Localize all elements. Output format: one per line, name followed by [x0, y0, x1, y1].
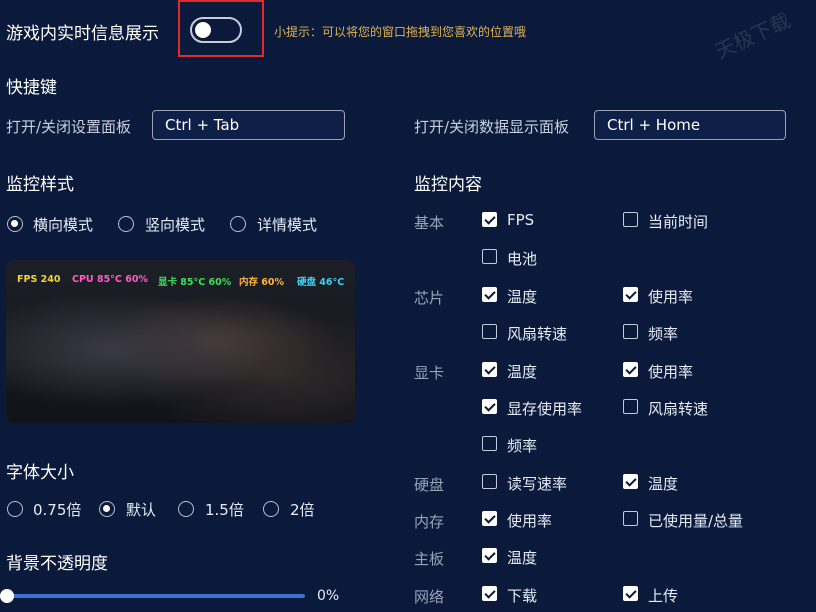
- disk-temp-label[interactable]: 温度: [648, 473, 678, 494]
- category-basic: 基本: [414, 214, 445, 232]
- mem-usage-checkbox[interactable]: [482, 511, 497, 526]
- fps-checkbox[interactable]: [482, 212, 497, 227]
- chip-freq-label[interactable]: 频率: [648, 323, 678, 344]
- gpu-usage-label[interactable]: 使用率: [648, 361, 693, 382]
- mode-vertical-radio[interactable]: [118, 216, 134, 232]
- opacity-slider-handle[interactable]: [0, 589, 14, 603]
- mode-detail-radio[interactable]: [230, 216, 246, 232]
- gpu-freq-checkbox[interactable]: [482, 436, 497, 451]
- board-temp-checkbox[interactable]: [482, 548, 497, 563]
- chip-usage-checkbox[interactable]: [623, 287, 638, 302]
- opacity-value: 0%: [317, 588, 340, 604]
- category-memory: 内存: [414, 513, 445, 531]
- preview-cpu: CPU 85°C 60%: [72, 274, 148, 285]
- mode-detail-label[interactable]: 详情模式: [257, 214, 317, 235]
- gpu-fan-checkbox[interactable]: [623, 399, 638, 414]
- category-gpu: 显卡: [414, 364, 445, 382]
- gpu-vram-checkbox[interactable]: [482, 399, 497, 414]
- font-15-radio[interactable]: [178, 501, 194, 517]
- font-2-label[interactable]: 2倍: [290, 499, 315, 520]
- font-075-radio[interactable]: [7, 501, 23, 517]
- toggle-knob: [195, 22, 211, 38]
- font-size-title: 字体大小: [6, 463, 74, 483]
- settings-panel-shortcut-input[interactable]: Ctrl + Tab: [152, 110, 345, 140]
- category-network: 网络: [414, 588, 445, 606]
- preview-disk: 硬盘 46°C: [297, 277, 345, 288]
- mem-used-label[interactable]: 已使用量/总量: [648, 510, 743, 531]
- gpu-temp-checkbox[interactable]: [482, 362, 497, 377]
- net-upload-label[interactable]: 上传: [648, 585, 678, 606]
- chip-temp-label[interactable]: 温度: [507, 286, 537, 307]
- font-075-label[interactable]: 0.75倍: [33, 499, 81, 520]
- gpu-usage-checkbox[interactable]: [623, 362, 638, 377]
- mem-usage-label[interactable]: 使用率: [507, 510, 552, 531]
- net-download-checkbox[interactable]: [482, 586, 497, 601]
- current-time-label[interactable]: 当前时间: [648, 211, 708, 232]
- chip-usage-label[interactable]: 使用率: [648, 286, 693, 307]
- battery-checkbox[interactable]: [482, 249, 497, 264]
- bg-opacity-title: 背景不透明度: [6, 554, 108, 574]
- data-panel-shortcut-label: 打开/关闭数据显示面板: [414, 118, 570, 136]
- net-download-label[interactable]: 下载: [507, 585, 537, 606]
- chip-freq-checkbox[interactable]: [623, 324, 638, 339]
- current-time-checkbox[interactable]: [623, 212, 638, 227]
- gpu-freq-label[interactable]: 频率: [507, 435, 537, 456]
- preview-memory: 内存 60%: [239, 277, 285, 288]
- chip-fan-checkbox[interactable]: [482, 324, 497, 339]
- font-default-label[interactable]: 默认: [126, 499, 156, 520]
- monitor-style-title: 监控样式: [6, 175, 74, 195]
- preview-gpu: 显卡 85°C 60%: [158, 277, 232, 288]
- mode-horizontal-label[interactable]: 横向模式: [33, 214, 93, 235]
- disk-temp-checkbox[interactable]: [623, 474, 638, 489]
- data-panel-shortcut-input[interactable]: Ctrl + Home: [594, 110, 786, 140]
- settings-panel-shortcut-label: 打开/关闭设置面板: [6, 118, 132, 136]
- drag-tip: 小提示：可以将您的窗口拖拽到您喜欢的位置哦: [274, 25, 527, 39]
- category-disk: 硬盘: [414, 476, 445, 494]
- style-preview-image: FPS 240 CPU 85°C 60% 显卡 85°C 60% 内存 60% …: [6, 260, 355, 423]
- monitor-content-title: 监控内容: [414, 175, 482, 195]
- disk-rw-checkbox[interactable]: [482, 474, 497, 489]
- chip-temp-checkbox[interactable]: [482, 287, 497, 302]
- disk-rw-label[interactable]: 读写速率: [507, 473, 567, 494]
- opacity-slider-track[interactable]: [6, 594, 305, 598]
- ingame-info-toggle[interactable]: [190, 17, 242, 43]
- shortcuts-title: 快捷键: [6, 78, 57, 98]
- mode-vertical-label[interactable]: 竖向模式: [145, 214, 205, 235]
- ingame-info-label: 游戏内实时信息展示: [6, 24, 159, 44]
- mem-used-checkbox[interactable]: [623, 511, 638, 526]
- gpu-fan-label[interactable]: 风扇转速: [648, 398, 708, 419]
- fps-label[interactable]: FPS: [507, 211, 534, 229]
- gpu-vram-label[interactable]: 显存使用率: [507, 398, 582, 419]
- preview-fps: FPS 240: [17, 274, 61, 285]
- category-board: 主板: [414, 550, 445, 568]
- mode-horizontal-radio[interactable]: [7, 216, 23, 232]
- font-default-radio[interactable]: [99, 501, 115, 517]
- board-temp-label[interactable]: 温度: [507, 547, 537, 568]
- category-chip: 芯片: [414, 289, 445, 307]
- net-upload-checkbox[interactable]: [623, 586, 638, 601]
- font-15-label[interactable]: 1.5倍: [205, 499, 244, 520]
- battery-label[interactable]: 电池: [507, 248, 537, 269]
- gpu-temp-label[interactable]: 温度: [507, 361, 537, 382]
- chip-fan-label[interactable]: 风扇转速: [507, 323, 567, 344]
- font-2-radio[interactable]: [263, 501, 279, 517]
- watermark: 天极下载: [711, 8, 794, 64]
